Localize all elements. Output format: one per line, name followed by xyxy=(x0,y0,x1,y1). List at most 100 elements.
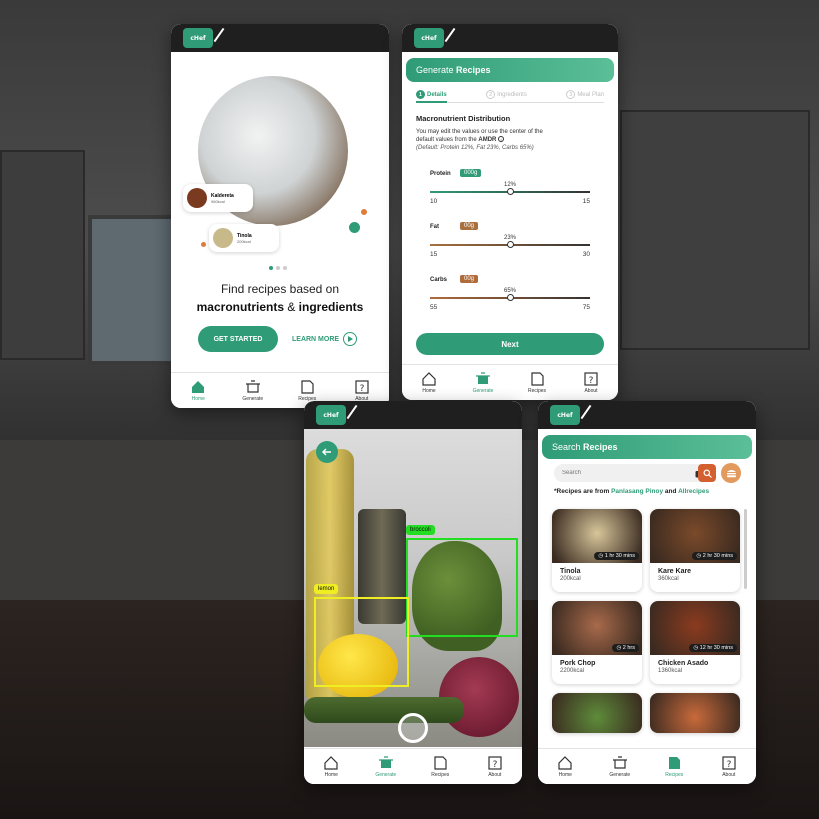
nav-about[interactable]: ? About xyxy=(468,749,523,784)
nav-label: Recipes xyxy=(431,771,450,778)
svg-text:?: ? xyxy=(589,376,594,386)
slider-thumb[interactable] xyxy=(507,188,514,195)
slider-thumb[interactable] xyxy=(507,294,514,301)
nav-label: Home xyxy=(558,771,572,778)
recipes-icon xyxy=(669,756,681,769)
learn-more-link[interactable]: LEARN MORE xyxy=(292,332,358,346)
svg-text:?: ? xyxy=(492,760,497,770)
back-button[interactable] xyxy=(316,441,338,463)
grams-input[interactable]: 00g xyxy=(460,275,479,283)
recipe-preview-card: Tinola 200kcal xyxy=(209,224,279,252)
decor-dot-teal xyxy=(349,222,360,233)
recipe-card[interactable]: ◷ 1 hr 30 mins Tinola 200kcal xyxy=(552,509,642,592)
pot-icon xyxy=(612,755,627,769)
top-bar: cHef xyxy=(171,24,389,52)
grams-input[interactable]: 000g xyxy=(460,169,482,177)
decor-dot-orange xyxy=(201,242,206,247)
time-badge: ◷ 2 hrs xyxy=(612,644,639,652)
recipe-card[interactable]: ◷ 4 hr 15 mins xyxy=(650,693,740,733)
time-badge: ◷ 12 hr 30 mins xyxy=(689,644,737,652)
step-meal-plan[interactable]: 3 Meal Plan xyxy=(566,90,604,99)
nav-home[interactable]: Home xyxy=(304,749,359,784)
recipe-image: ◷ 4 hr 15 mins xyxy=(650,693,740,733)
slider-thumb[interactable] xyxy=(507,241,514,248)
pot-icon xyxy=(476,371,490,384)
header-title-b: Recipes xyxy=(583,442,618,452)
carousel-dots[interactable] xyxy=(269,266,287,270)
scrollbar[interactable] xyxy=(744,509,747,589)
sources-and: and xyxy=(663,488,679,495)
top-bar: cHef xyxy=(304,401,522,429)
recipe-image: ◷ 1 hr 30 mins xyxy=(552,693,642,733)
recipes-icon xyxy=(301,379,314,394)
top-bar: cHef xyxy=(402,24,618,52)
time-text: 2 hr 30 mins xyxy=(702,553,733,559)
search-input[interactable] xyxy=(562,470,695,476)
nav-generate[interactable]: Generate xyxy=(359,749,414,784)
nav-recipes[interactable]: Recipes xyxy=(413,749,468,784)
nav-label: About xyxy=(584,387,598,394)
carousel-dot[interactable] xyxy=(283,266,287,270)
generate-header: Generate Recipes xyxy=(406,58,614,82)
recipes-icon xyxy=(434,755,447,770)
nav-generate[interactable]: Generate xyxy=(226,373,281,408)
play-icon xyxy=(343,332,358,346)
description-line-2-text: default values from the xyxy=(416,137,479,144)
step-ingredients[interactable]: 2 Ingredients xyxy=(486,90,527,99)
carousel-dot[interactable] xyxy=(276,266,280,270)
nav-recipes[interactable]: Recipes xyxy=(647,749,702,784)
grams-input[interactable]: 00g xyxy=(460,222,479,230)
description-line-2: default values from the AMDR i xyxy=(416,136,606,144)
amdr-label: AMDR xyxy=(478,137,497,144)
recipe-card[interactable]: ◷ 1 hr 30 mins xyxy=(552,693,642,733)
recipe-image: ◷ 2 hrs xyxy=(552,601,642,655)
source-panlasang-pinoy[interactable]: Panlasang Pinoy xyxy=(611,488,663,495)
food-thumbnail xyxy=(187,188,207,208)
shutter-button[interactable] xyxy=(398,713,428,743)
recipe-card[interactable]: ◷ 2 hrs Pork Chop 2200kcal xyxy=(552,601,642,684)
section-title: Macronutrient Distribution xyxy=(416,114,511,123)
get-started-button[interactable]: GET STARTED xyxy=(198,326,278,352)
headline-amp: & xyxy=(284,300,299,314)
recipe-card[interactable]: ◷ 2 hr 30 mins Kare Kare 360kcal xyxy=(650,509,740,592)
nav-about[interactable]: ? About xyxy=(702,749,757,784)
next-button[interactable]: Next xyxy=(416,333,604,355)
header-title-a: Search xyxy=(552,442,581,452)
nav-home[interactable]: Home xyxy=(402,365,456,400)
header-title-b: Recipes xyxy=(456,65,491,75)
food-thumbnail xyxy=(213,228,233,248)
nav-label: Recipes xyxy=(527,387,547,394)
bottom-nav: Home Generate Recipes ? About xyxy=(538,748,756,784)
default-note: (Default: Protein 12%, Fat 23%, Carbs 65… xyxy=(416,145,534,152)
recipe-kcal: 360kcal xyxy=(658,576,679,582)
time-text: 12 hr 30 mins xyxy=(699,645,733,651)
step-number: 2 xyxy=(486,90,496,99)
nav-about[interactable]: ? About xyxy=(564,365,618,400)
recipes-icon xyxy=(531,371,544,386)
source-allrecipes[interactable]: Allrecipes xyxy=(678,488,709,495)
recipe-preview-name: Tinola xyxy=(237,232,252,239)
sources-note: *Recipes are from Panlasang Pinoy and Al… xyxy=(554,488,709,495)
info-icon[interactable]: i xyxy=(498,136,505,143)
recipe-name: Kare Kare xyxy=(658,568,692,575)
step-details[interactable]: 1 Details xyxy=(416,90,447,103)
home-icon xyxy=(192,380,205,393)
app-logo: cHef xyxy=(414,28,444,48)
carousel-dot-active[interactable] xyxy=(269,266,273,270)
nav-recipes[interactable]: Recipes xyxy=(510,365,564,400)
background-window xyxy=(88,215,178,365)
time-text: 1 hr 30 mins xyxy=(604,553,635,559)
nav-home[interactable]: Home xyxy=(538,749,593,784)
nav-label: Home xyxy=(324,771,338,778)
slider-min: 15 xyxy=(430,251,438,258)
detection-box-broccoli xyxy=(406,538,518,637)
search-button[interactable] xyxy=(698,464,716,482)
recipe-card[interactable]: ◷ 12 hr 30 mins Chicken Asado 1360kcal xyxy=(650,601,740,684)
nav-generate[interactable]: Generate xyxy=(456,365,510,400)
nav-home[interactable]: Home xyxy=(171,373,226,408)
recipe-name: Pork Chop xyxy=(560,660,596,667)
decor-dot-orange xyxy=(361,209,367,215)
filter-button[interactable] xyxy=(721,463,741,483)
nav-generate[interactable]: Generate xyxy=(593,749,648,784)
nav-label: Recipes xyxy=(665,771,684,778)
